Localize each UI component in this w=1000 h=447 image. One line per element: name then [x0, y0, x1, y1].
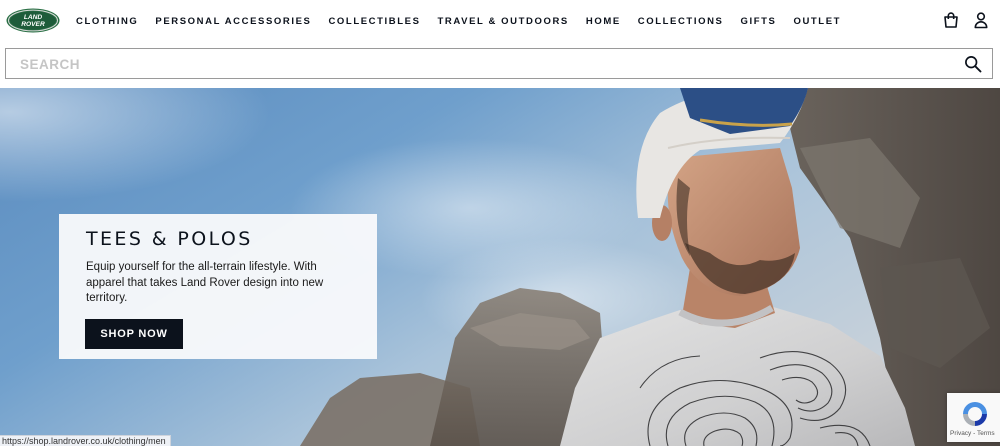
nav-item-travel-outdoors[interactable]: TRAVEL & OUTDOORS — [438, 16, 569, 27]
promo-title: TEES & POLOS — [86, 228, 253, 250]
search-bar — [5, 48, 993, 80]
land-rover-logo[interactable]: LAND ROVER — [6, 8, 60, 33]
nav-item-collectibles[interactable]: COLLECTIBLES — [328, 16, 420, 27]
shop-now-button[interactable]: SHOP NOW — [85, 319, 183, 349]
site-header: LAND ROVER CLOTHING PERSONAL ACCESSORIES… — [0, 0, 1000, 42]
recaptcha-privacy-terms[interactable]: Privacy - Terms — [950, 430, 995, 437]
nav-item-gifts[interactable]: GIFTS — [740, 16, 776, 27]
nav-item-clothing[interactable]: CLOTHING — [76, 16, 138, 27]
nav-item-home[interactable]: HOME — [586, 16, 621, 27]
search-icon[interactable] — [964, 55, 982, 73]
promo-card: TEES & POLOS Equip yourself for the all-… — [59, 214, 377, 359]
nav-item-outlet[interactable]: OUTLET — [793, 16, 841, 27]
nav-item-personal-accessories[interactable]: PERSONAL ACCESSORIES — [155, 16, 311, 27]
user-icon[interactable] — [972, 11, 990, 29]
logo-text-bottom: ROVER — [21, 21, 45, 28]
hero-banner[interactable]: TEES & POLOS Equip yourself for the all-… — [0, 88, 1000, 446]
search-input[interactable] — [18, 49, 942, 80]
nav-item-collections[interactable]: COLLECTIONS — [638, 16, 724, 27]
recaptcha-badge[interactable]: Privacy - Terms — [947, 393, 1000, 442]
promo-description: Equip yourself for the all-terrain lifes… — [86, 261, 324, 304]
main-nav: CLOTHING PERSONAL ACCESSORIES COLLECTIBL… — [76, 0, 841, 42]
recaptcha-icon — [963, 402, 987, 426]
shopping-bag-icon[interactable] — [942, 11, 960, 29]
status-bar-url: https://shop.landrover.co.uk/clothing/me… — [0, 435, 171, 446]
